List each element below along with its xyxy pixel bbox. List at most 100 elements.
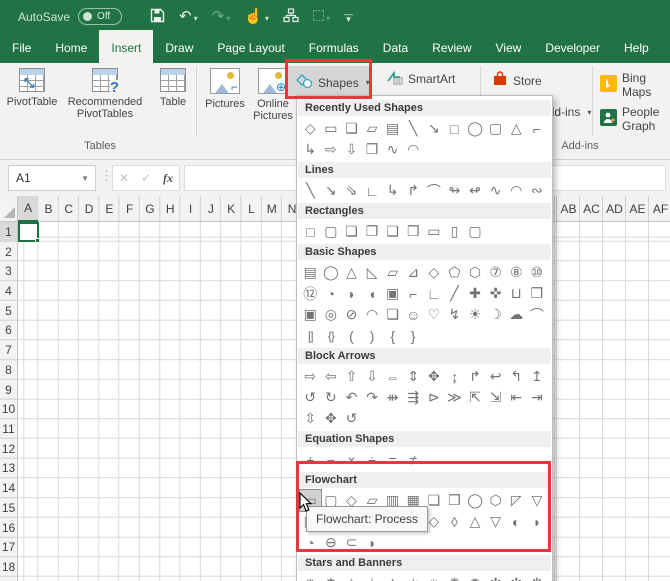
shape-icon[interactable]: ⇶ [403,387,424,408]
insert-function-icon[interactable]: fx [163,171,173,186]
shape-icon[interactable]: △ [506,118,527,139]
shape-icon[interactable]: ✼ [506,573,527,581]
shape-icon[interactable]: ╲ [403,118,424,139]
shape-icon[interactable]: = [382,449,403,470]
shape-icon[interactable]: ▢ [465,221,486,242]
column-header-D[interactable]: D [79,196,99,222]
shape-icon[interactable]: ▢ [321,221,342,242]
shape-icon[interactable]: ∿ [485,180,506,201]
shape-icon[interactable]: ↩ [485,366,506,387]
column-headers-right[interactable]: AAABACADAEAFAG [553,196,670,222]
tab-draw[interactable]: Draw [153,33,205,63]
shape-icon[interactable]: ◯ [465,490,486,511]
shape-icon[interactable]: ⊔ [506,283,527,304]
shape-icon[interactable]: ☁ [506,304,527,325]
column-header-B[interactable]: B [38,196,58,222]
shape-icon[interactable]: ⊂ [341,532,362,553]
shape-icon[interactable]: ↨ [444,366,465,387]
column-header-C[interactable]: C [59,196,79,222]
shape-icon[interactable]: ⌐ [403,283,424,304]
tab-view[interactable]: View [484,33,534,63]
shape-icon[interactable]: ▽ [485,511,506,532]
shape-icon[interactable]: ◸ [506,490,527,511]
column-header-AB[interactable]: AB [557,196,580,222]
autosave-toggle[interactable]: Off [78,8,122,25]
shape-icon[interactable]: ↰ [506,366,527,387]
shape-icon[interactable]: ⊳ [424,387,445,408]
row-header-13[interactable]: 13 [0,459,17,479]
shape-icon[interactable]: ⑩ [527,262,548,283]
shape-icon[interactable]: ◊ [444,511,465,532]
shape-icon[interactable]: ∟ [424,283,445,304]
shape-icon[interactable]: ↘ [424,118,445,139]
shape-icon[interactable]: ✴ [424,573,445,581]
row-header-11[interactable]: 11 [0,419,17,439]
tab-review[interactable]: Review [420,33,483,63]
shape-icon[interactable]: ▤ [382,118,403,139]
shape-icon[interactable]: ▯ [444,221,465,242]
row-header-1[interactable]: 1 [0,222,17,242]
undo-dropdown-caret[interactable]: ▾ [194,14,198,23]
shape-icon[interactable]: ↺ [300,387,321,408]
shape-icon[interactable]: ↥ [527,366,548,387]
shape-icon[interactable]: ✜ [485,283,506,304]
column-header-L[interactable]: L [241,196,261,222]
shape-icon[interactable]: ✧ [341,573,362,581]
shape-icon[interactable]: ∾ [527,180,548,201]
shape-icon[interactable]: ⇤ [506,387,527,408]
column-header-M[interactable]: M [262,196,282,222]
shape-icon[interactable]: ▱ [382,262,403,283]
shape-icon[interactable]: [] [300,325,321,346]
shape-icon[interactable]: ⑧ [506,262,527,283]
shape-icon[interactable]: ≠ [403,449,424,470]
row-header-10[interactable]: 10 [0,399,17,419]
tab-developer[interactable]: Developer [533,33,612,63]
shape-icon[interactable]: ↫ [465,180,486,201]
shape-icon[interactable]: ↻ [321,387,342,408]
shape-icon[interactable]: ❒ [527,283,548,304]
shape-icon[interactable]: ◇ [300,118,321,139]
shape-icon[interactable]: ⌐ [527,118,548,139]
shape-icon[interactable]: ✚ [465,283,486,304]
shape-icon[interactable]: ↳ [300,139,321,160]
shape-icon[interactable]: ◔ [321,283,342,304]
row-header-5[interactable]: 5 [0,301,17,321]
row-header-2[interactable]: 2 [0,242,17,262]
shape-icon[interactable]: ⑫ [300,283,321,304]
shape-icon[interactable]: ☀ [465,304,486,325]
shape-icon[interactable]: ▣ [382,283,403,304]
row-header-12[interactable]: 12 [0,439,17,459]
smartart-button[interactable]: SmartArt [386,70,455,88]
shape-icon[interactable]: ❒ [362,139,383,160]
shape-icon[interactable]: ◗ [527,511,548,532]
undo-icon[interactable]: ↶▾ [179,9,198,24]
shape-icon[interactable]: ⬡ [465,262,486,283]
table-button[interactable]: Table [152,68,194,108]
shape-icon[interactable]: ❐ [444,490,465,511]
shape-icon[interactable]: ↱ [465,366,486,387]
shape-icon[interactable]: ⊿ [403,262,424,283]
shape-icon[interactable]: ◖ [362,283,383,304]
shape-icon[interactable]: ⇕ [403,366,424,387]
shape-icon[interactable]: ◇ [424,262,445,283]
shape-icon[interactable]: ◐ [506,511,527,532]
store-button[interactable]: Store [492,71,542,90]
shape-icon[interactable]: ↱ [403,180,424,201]
row-header-4[interactable]: 4 [0,281,17,301]
row-header-3[interactable]: 3 [0,261,17,281]
shape-icon[interactable]: △ [465,511,486,532]
shape-icon[interactable]: ⇔ [382,366,403,387]
shape-icon[interactable]: ⇩ [362,366,383,387]
shape-icon[interactable]: ⇧ [341,366,362,387]
shape-icon[interactable]: ✷ [300,573,321,581]
shape-icon[interactable]: ⊘ [341,304,362,325]
shape-icon[interactable]: ◔ [300,532,321,553]
shape-icon[interactable]: ❑ [382,221,403,242]
shape-icon[interactable]: ✦ [382,573,403,581]
shape-icon[interactable]: ↺ [341,408,362,429]
row-header-17[interactable]: 17 [0,538,17,558]
row-header-18[interactable]: 18 [0,557,17,577]
shape-icon[interactable]: ♡ [424,304,445,325]
shape-icon[interactable]: ) [362,325,383,346]
column-header-K[interactable]: K [221,196,241,222]
